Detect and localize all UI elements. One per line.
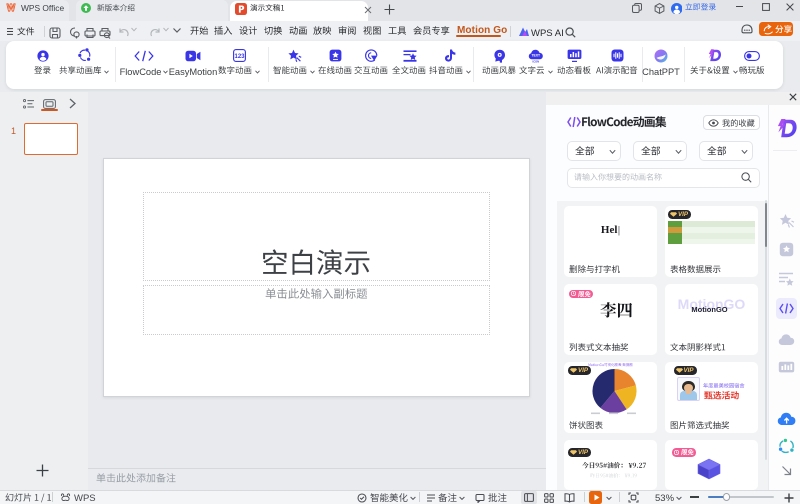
- svg-text:ICON: ICON: [532, 59, 539, 63]
- svg-text:TEXT: TEXT: [531, 53, 541, 57]
- svg-text:123: 123: [234, 54, 245, 60]
